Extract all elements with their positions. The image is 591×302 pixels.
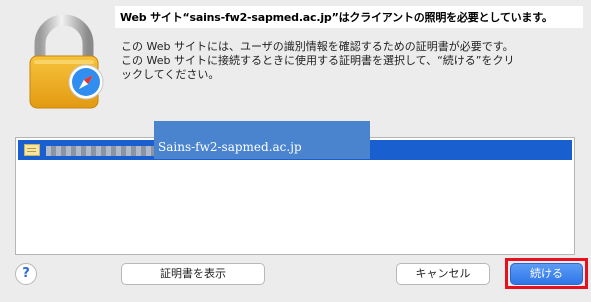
certificate-dialog: Web サイト“sains-fw2-sapmed.ac.jp”はクライアントの照…: [0, 0, 591, 302]
certificate-label: Sains-fw2-sapmed.ac.jp: [158, 140, 302, 154]
redacted-certificate-name: [46, 146, 164, 156]
message-line: この Web サイトには、ユーザの識別情報を確認するための証明書が必要です。: [121, 40, 514, 53]
cancel-button[interactable]: キャンセル: [396, 263, 490, 285]
message-line: ックしてください。: [121, 68, 220, 81]
help-button[interactable]: ?: [15, 263, 37, 285]
certificate-icon: [24, 144, 40, 156]
show-certificate-button[interactable]: 証明書を表示: [121, 263, 265, 285]
message-line: この Web サイトに接続するときに使用する証明書を選択して、“続ける”をクリ: [121, 54, 515, 67]
safari-compass-icon: [68, 64, 104, 100]
dialog-title: Web サイト“sains-fw2-sapmed.ac.jp”はクライアントの照…: [120, 11, 553, 24]
continue-button[interactable]: 続ける: [510, 263, 583, 285]
dialog-message: この Web サイトには、ユーザの識別情報を確認するための証明書が必要です。 こ…: [121, 40, 581, 82]
